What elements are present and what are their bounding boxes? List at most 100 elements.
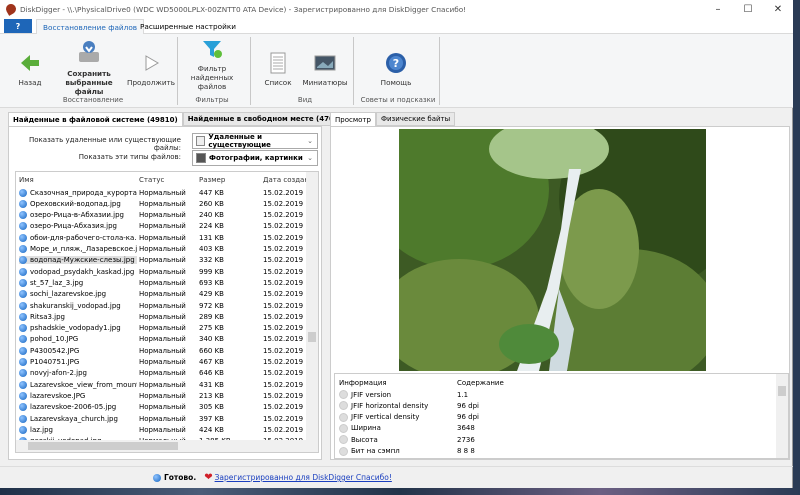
file-status: Нормальный (139, 312, 186, 321)
back-button[interactable]: Назад (12, 52, 48, 87)
file-row[interactable]: озеро-Рица-Абхазия.jpg Нормальный 224 KB 15… (16, 221, 318, 232)
file-types-dropdown[interactable]: Фотографии, картинки ⌄ (192, 150, 318, 166)
file-row[interactable]: novyj-afon-2.jpg Нормальный 646 KB 15.02.20… (16, 368, 318, 379)
file-row[interactable]: Ореховский-водопад.jpg Нормальный 260 KB 15… (16, 198, 318, 209)
list-view-button[interactable]: Список (262, 52, 294, 87)
file-status: Нормальный (139, 403, 186, 412)
file-row[interactable]: st_57_laz_3.jpg Нормальный 693 KB 15.02.201… (16, 277, 318, 288)
file-row[interactable]: pohod_10.JPG Нормальный 340 KB 15.02.2019 1… (16, 334, 318, 345)
metadata-key: JFIF version (339, 390, 391, 399)
file-name: Lazarevskoe_view_from_mount... (19, 380, 137, 389)
help-menu-button[interactable]: ? (4, 19, 32, 33)
file-name-text: lazarevskoe.JPG (30, 391, 86, 400)
file-row[interactable]: Lazarevskoe_view_from_mount... Нормальный… (16, 379, 318, 390)
close-button[interactable]: ✕ (763, 0, 793, 18)
metadata-scrollbar[interactable] (776, 374, 788, 458)
file-name-text: Сказочная_природа_курорта_... (30, 188, 137, 197)
file-name: pshadskie_vodopady1.jpg (19, 324, 137, 333)
file-row[interactable]: Сказочная_природа_курорта_... Нормальный 4… (16, 187, 318, 198)
thumbnails-view-button[interactable]: Миниатюры (302, 52, 348, 87)
metadata-row[interactable]: Ширина 3648 (335, 423, 775, 434)
col-status[interactable]: Статус (139, 176, 164, 184)
file-status: Нормальный (139, 358, 186, 366)
file-status: Нормальный (139, 245, 186, 253)
metadata-table[interactable]: Информация Содержание JFIF version 1.1 JFI… (334, 373, 789, 459)
file-name: Lazarevskaya_church.jpg (19, 414, 137, 423)
file-row[interactable]: shakuranskij_vodopad.jpg Нормальный 972 KB… (16, 300, 318, 311)
file-name-text: Море_и_пляж,_Лазаревское.jpg (30, 245, 137, 253)
file-row[interactable]: Ritsa3.jpg Нормальный 289 KB 15.02.2019 12:… (16, 311, 318, 322)
group-view-label: Вид (297, 96, 313, 104)
file-row[interactable]: lazarevskoe-2006-05.jpg Нормальный 305 KB 1… (16, 402, 318, 413)
tab-found-free-space[interactable]: Найденные в свободном месте (470) (182, 112, 343, 126)
file-row[interactable]: lazarevskoe.JPG Нормальный 213 KB 15.02.201… (16, 390, 318, 401)
file-row[interactable]: обои-для-рабочего-стола-ка... Нормальный 1… (16, 232, 318, 243)
file-row[interactable]: sochi_lazarevskoe.jpg Нормальный 429 KB 15.… (16, 289, 318, 300)
file-size: 131 KB (199, 233, 224, 242)
metadata-row[interactable]: Высота 2736 (335, 434, 775, 445)
metadata-key-text: Высота (351, 435, 378, 444)
show-files-dropdown[interactable]: Удаленные и существующие ⌄ (192, 133, 318, 149)
file-name-text: sochi_lazarevskoe.jpg (30, 290, 107, 299)
file-name-text: vodopad_psydakh_kaskad.jpg (30, 267, 135, 276)
scroll-thumb[interactable] (308, 332, 316, 342)
metadata-row[interactable]: Бит на сэмпл 8 8 8 (335, 446, 775, 457)
back-arrow-icon (21, 55, 39, 71)
tab-found-filesystem[interactable]: Найденные в файловой системе (49810) (8, 112, 183, 126)
horizontal-scrollbar[interactable] (16, 440, 318, 452)
group-recovery-label: Восстановление (62, 96, 124, 104)
file-row[interactable]: водопад-Мужские-слезы.jpg Нормальный 332 K… (16, 255, 318, 266)
metadata-row[interactable]: JFIF vertical density 96 dpi (335, 412, 775, 423)
maximize-button[interactable]: ☐ (733, 0, 763, 18)
file-name: Море_и_пляж,_Лазаревское.jpg (19, 245, 137, 253)
file-name: P4300542.JPG (19, 346, 137, 355)
file-status: Нормальный (139, 335, 186, 344)
tab-file-recovery[interactable]: Восстановление файлов (36, 19, 145, 34)
tab-physical-bytes[interactable]: Физические байты (375, 112, 456, 126)
col-size[interactable]: Размер (199, 176, 225, 184)
minimize-button[interactable]: – (703, 0, 733, 18)
file-row[interactable]: озеро-Рица-в-Абхазии.jpg Нормальный 240 KB… (16, 210, 318, 221)
registered-link[interactable]: Зарегистрированно для DiskDigger Спасибо… (215, 473, 392, 482)
filter-button[interactable]: Фильтр найденных файлов (188, 38, 236, 91)
file-name-text: pshadskie_vodopady1.jpg (30, 324, 121, 333)
file-status: Нормальный (139, 391, 186, 400)
continue-label: Продолжить (127, 78, 175, 87)
file-row[interactable]: Lazarevskaya_church.jpg Нормальный 397 KB 1… (16, 413, 318, 424)
file-size: 972 KB (199, 301, 224, 310)
metadata-value: 2736 (457, 435, 475, 444)
file-list[interactable]: Имя Статус Размер Дата создания Сказочна… (15, 171, 319, 453)
preview-panel: Информация Содержание JFIF version 1.1 JFI… (330, 126, 790, 460)
file-row[interactable]: P1040751.JPG Нормальный 467 KB 15.02.2019 1… (16, 357, 318, 368)
file-size: 224 KB (199, 222, 224, 231)
continue-button[interactable]: Продолжить (127, 52, 175, 87)
metadata-key: JFIF horizontal density (339, 401, 428, 411)
tab-advanced-settings[interactable]: Расширенные настройки (134, 19, 242, 34)
file-size: 999 KB (199, 267, 224, 276)
metadata-key-text: JFIF vertical density (351, 413, 420, 422)
tab-preview[interactable]: Просмотр (330, 112, 376, 126)
file-row[interactable]: Море_и_пляж,_Лазаревское.jpg Нормальный 40… (16, 244, 318, 255)
file-row[interactable]: P4300542.JPG Нормальный 660 KB 15.02.2019 1… (16, 345, 318, 356)
scroll-thumb[interactable] (778, 386, 786, 396)
file-row[interactable]: vodopad_psydakh_kaskad.jpg Нормальный 999 … (16, 266, 318, 277)
col-content[interactable]: Содержание (457, 379, 504, 387)
scroll-thumb[interactable] (28, 442, 178, 450)
vertical-scrollbar[interactable] (306, 172, 318, 440)
help-button[interactable]: ? Помощь (374, 52, 418, 87)
filter-label: Фильтр найденных файлов (190, 64, 234, 91)
col-name[interactable]: Имя (19, 176, 137, 184)
metadata-row[interactable]: JFIF version 1.1 (335, 389, 775, 400)
file-status: Нормальный (139, 233, 186, 242)
file-row[interactable]: pshadskie_vodopady1.jpg Нормальный 275 KB 1… (16, 323, 318, 334)
file-row[interactable]: laz.jpg Нормальный 424 KB 15.02.2019 12:4 (16, 424, 318, 435)
metadata-row[interactable]: JFIF horizontal density 96 dpi (335, 400, 775, 411)
help-label: Помощь (380, 78, 412, 87)
save-selected-button[interactable]: Сохранить выбранные файлы (52, 39, 126, 96)
file-types-value: Фотографии, картинки (209, 154, 303, 162)
group-separator (250, 37, 251, 105)
file-status-icon (19, 324, 27, 333)
file-size: 431 KB (199, 380, 224, 389)
col-info[interactable]: Информация (339, 379, 387, 387)
file-status: Нормальный (139, 256, 186, 265)
